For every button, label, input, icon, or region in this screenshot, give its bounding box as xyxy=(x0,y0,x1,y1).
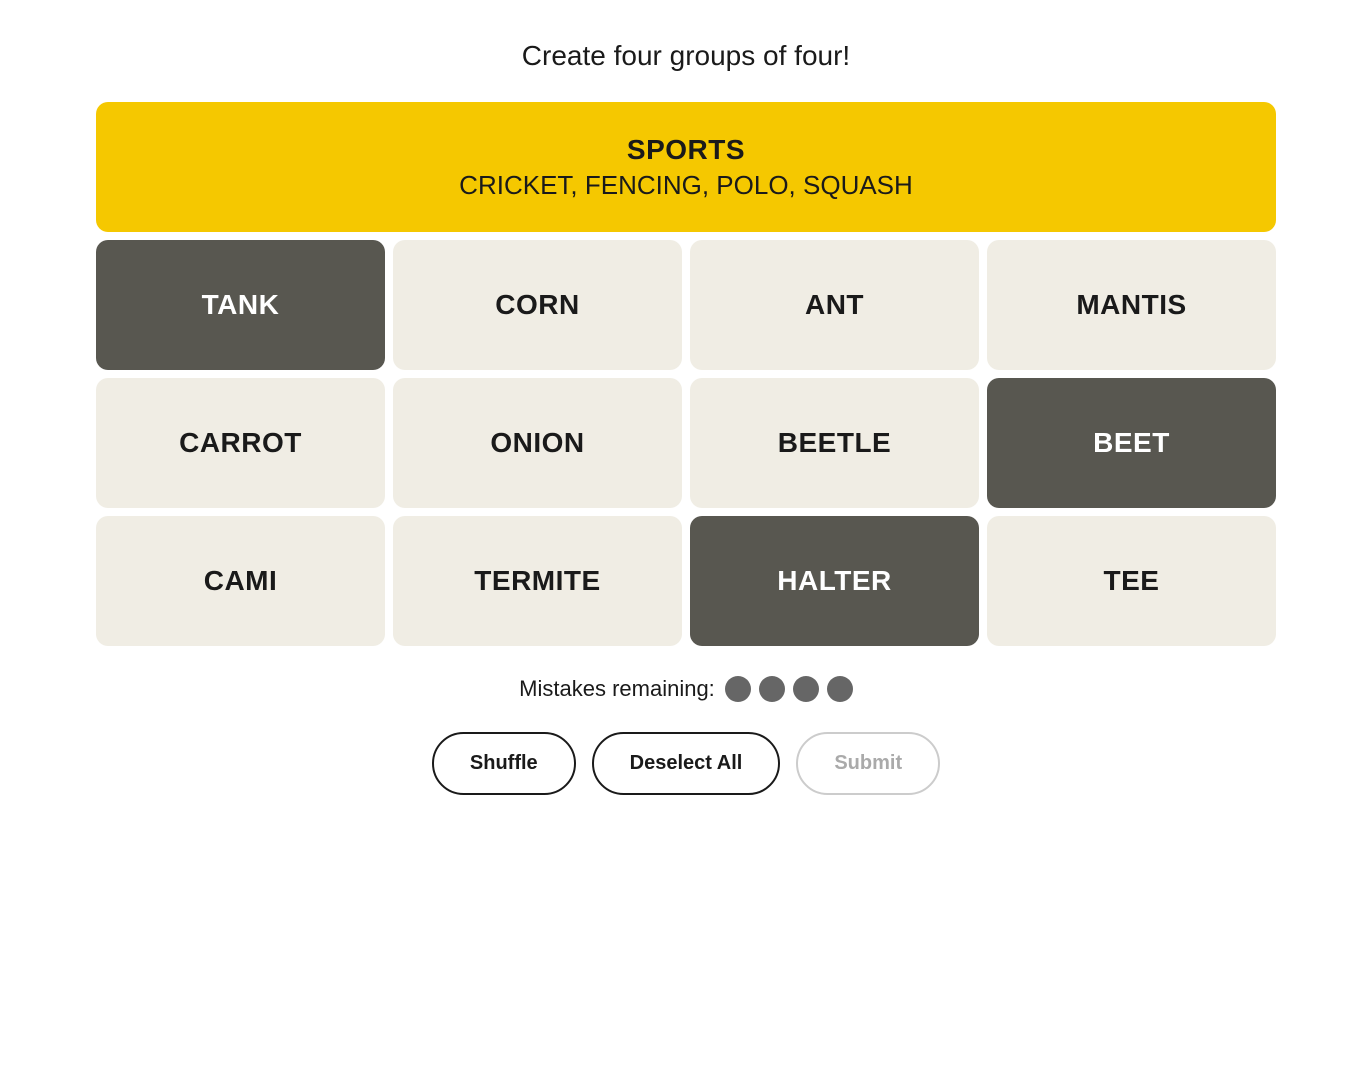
cards-grid: TANK CORN ANT MANTIS CARROT ONION BEETLE… xyxy=(96,240,1276,646)
solved-group-title: SPORTS xyxy=(627,134,745,166)
card-beet[interactable]: BEET xyxy=(987,378,1276,508)
grid-area: SPORTS CRICKET, FENCING, POLO, SQUASH TA… xyxy=(96,102,1276,646)
mistakes-dots xyxy=(725,676,853,702)
buttons-row: Shuffle Deselect All Submit xyxy=(432,732,940,795)
mistake-dot-2 xyxy=(759,676,785,702)
mistake-dot-4 xyxy=(827,676,853,702)
mistake-dot-3 xyxy=(793,676,819,702)
card-beetle[interactable]: BEETLE xyxy=(690,378,979,508)
mistake-dot-1 xyxy=(725,676,751,702)
submit-button[interactable]: Submit xyxy=(796,732,940,795)
mistakes-row: Mistakes remaining: xyxy=(519,676,853,702)
card-tee[interactable]: TEE xyxy=(987,516,1276,646)
solved-group-items: CRICKET, FENCING, POLO, SQUASH xyxy=(459,170,913,201)
card-tank[interactable]: TANK xyxy=(96,240,385,370)
game-container: Create four groups of four! SPORTS CRICK… xyxy=(96,40,1276,795)
card-carrot[interactable]: CARROT xyxy=(96,378,385,508)
card-corn[interactable]: CORN xyxy=(393,240,682,370)
mistakes-label: Mistakes remaining: xyxy=(519,676,715,702)
instructions: Create four groups of four! xyxy=(522,40,850,72)
card-termite[interactable]: TERMITE xyxy=(393,516,682,646)
card-halter[interactable]: HALTER xyxy=(690,516,979,646)
solved-group-sports: SPORTS CRICKET, FENCING, POLO, SQUASH xyxy=(96,102,1276,232)
card-cami[interactable]: CAMI xyxy=(96,516,385,646)
shuffle-button[interactable]: Shuffle xyxy=(432,732,576,795)
deselect-all-button[interactable]: Deselect All xyxy=(592,732,781,795)
card-ant[interactable]: ANT xyxy=(690,240,979,370)
card-mantis[interactable]: MANTIS xyxy=(987,240,1276,370)
card-onion[interactable]: ONION xyxy=(393,378,682,508)
